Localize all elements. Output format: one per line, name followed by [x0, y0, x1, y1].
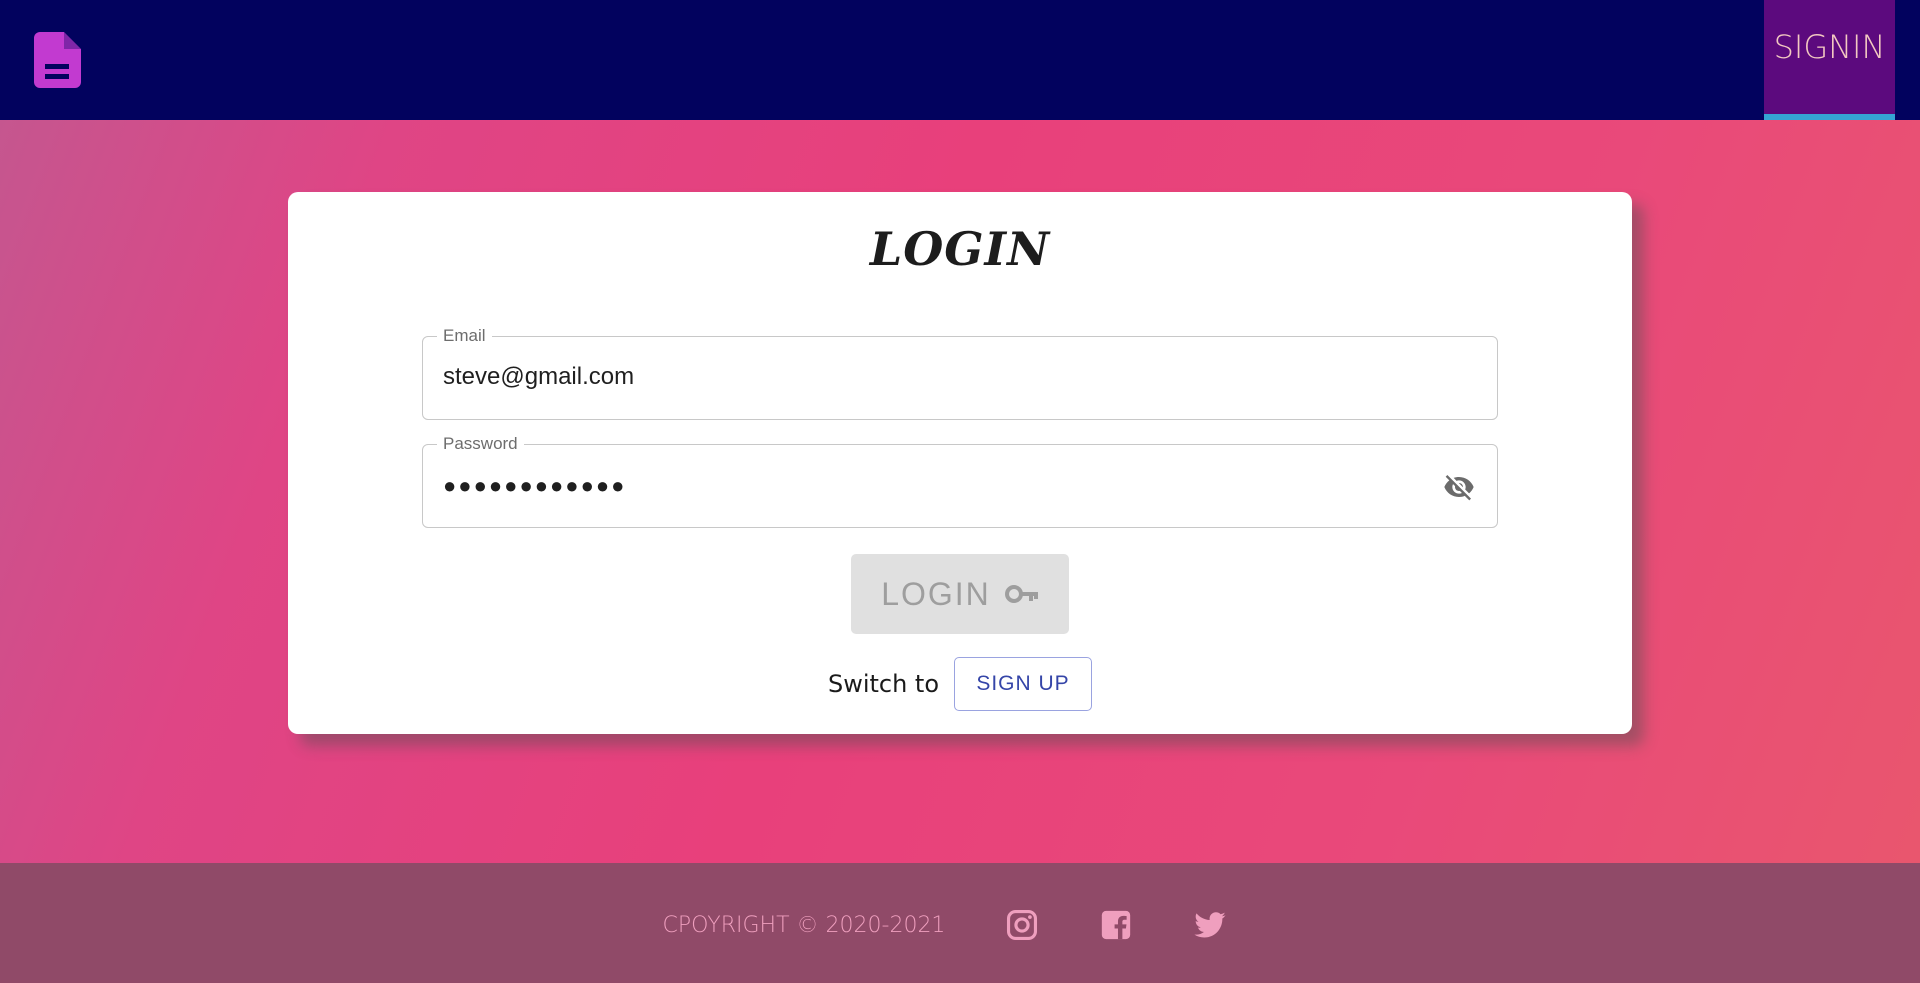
email-label: Email	[437, 326, 492, 346]
facebook-icon[interactable]	[1099, 908, 1133, 942]
password-input[interactable]: ●●●●●●●●●●●●	[443, 473, 1423, 499]
key-icon	[1004, 585, 1038, 603]
signup-button[interactable]: SIGN UP	[954, 656, 1093, 711]
signin-tab-label: SIGNIN	[1773, 28, 1886, 66]
copyright-text: CPOYRIGHT © 2020-2021	[662, 912, 946, 938]
password-label: Password	[437, 434, 524, 454]
twitter-icon[interactable]	[1193, 908, 1227, 942]
switch-row: Switch to SIGN UP	[288, 656, 1632, 711]
login-button[interactable]: LOGIN	[851, 554, 1069, 634]
password-field[interactable]: Password ●●●●●●●●●●●●	[422, 434, 1498, 528]
signin-tab[interactable]: SIGNIN	[1764, 0, 1895, 120]
page-title: LOGIN	[869, 222, 1051, 276]
instagram-icon[interactable]	[1005, 908, 1039, 942]
signup-button-label: SIGN UP	[976, 671, 1070, 695]
login-button-label: LOGIN	[881, 575, 991, 612]
email-input[interactable]: steve@gmail.com	[443, 363, 1423, 391]
login-card: LOGIN Email steve@gmail.com Password ●●●…	[288, 192, 1632, 734]
email-field[interactable]: Email steve@gmail.com	[422, 326, 1498, 420]
app-header: SIGNIN	[0, 0, 1920, 120]
document-icon[interactable]	[34, 32, 81, 88]
main-area: LOGIN Email steve@gmail.com Password ●●●…	[0, 120, 1920, 863]
switch-text: Switch to	[827, 669, 940, 698]
footer: CPOYRIGHT © 2020-2021	[0, 863, 1920, 983]
eye-off-icon[interactable]	[1441, 471, 1477, 503]
footer-content: CPOYRIGHT © 2020-2021	[0, 903, 1920, 947]
